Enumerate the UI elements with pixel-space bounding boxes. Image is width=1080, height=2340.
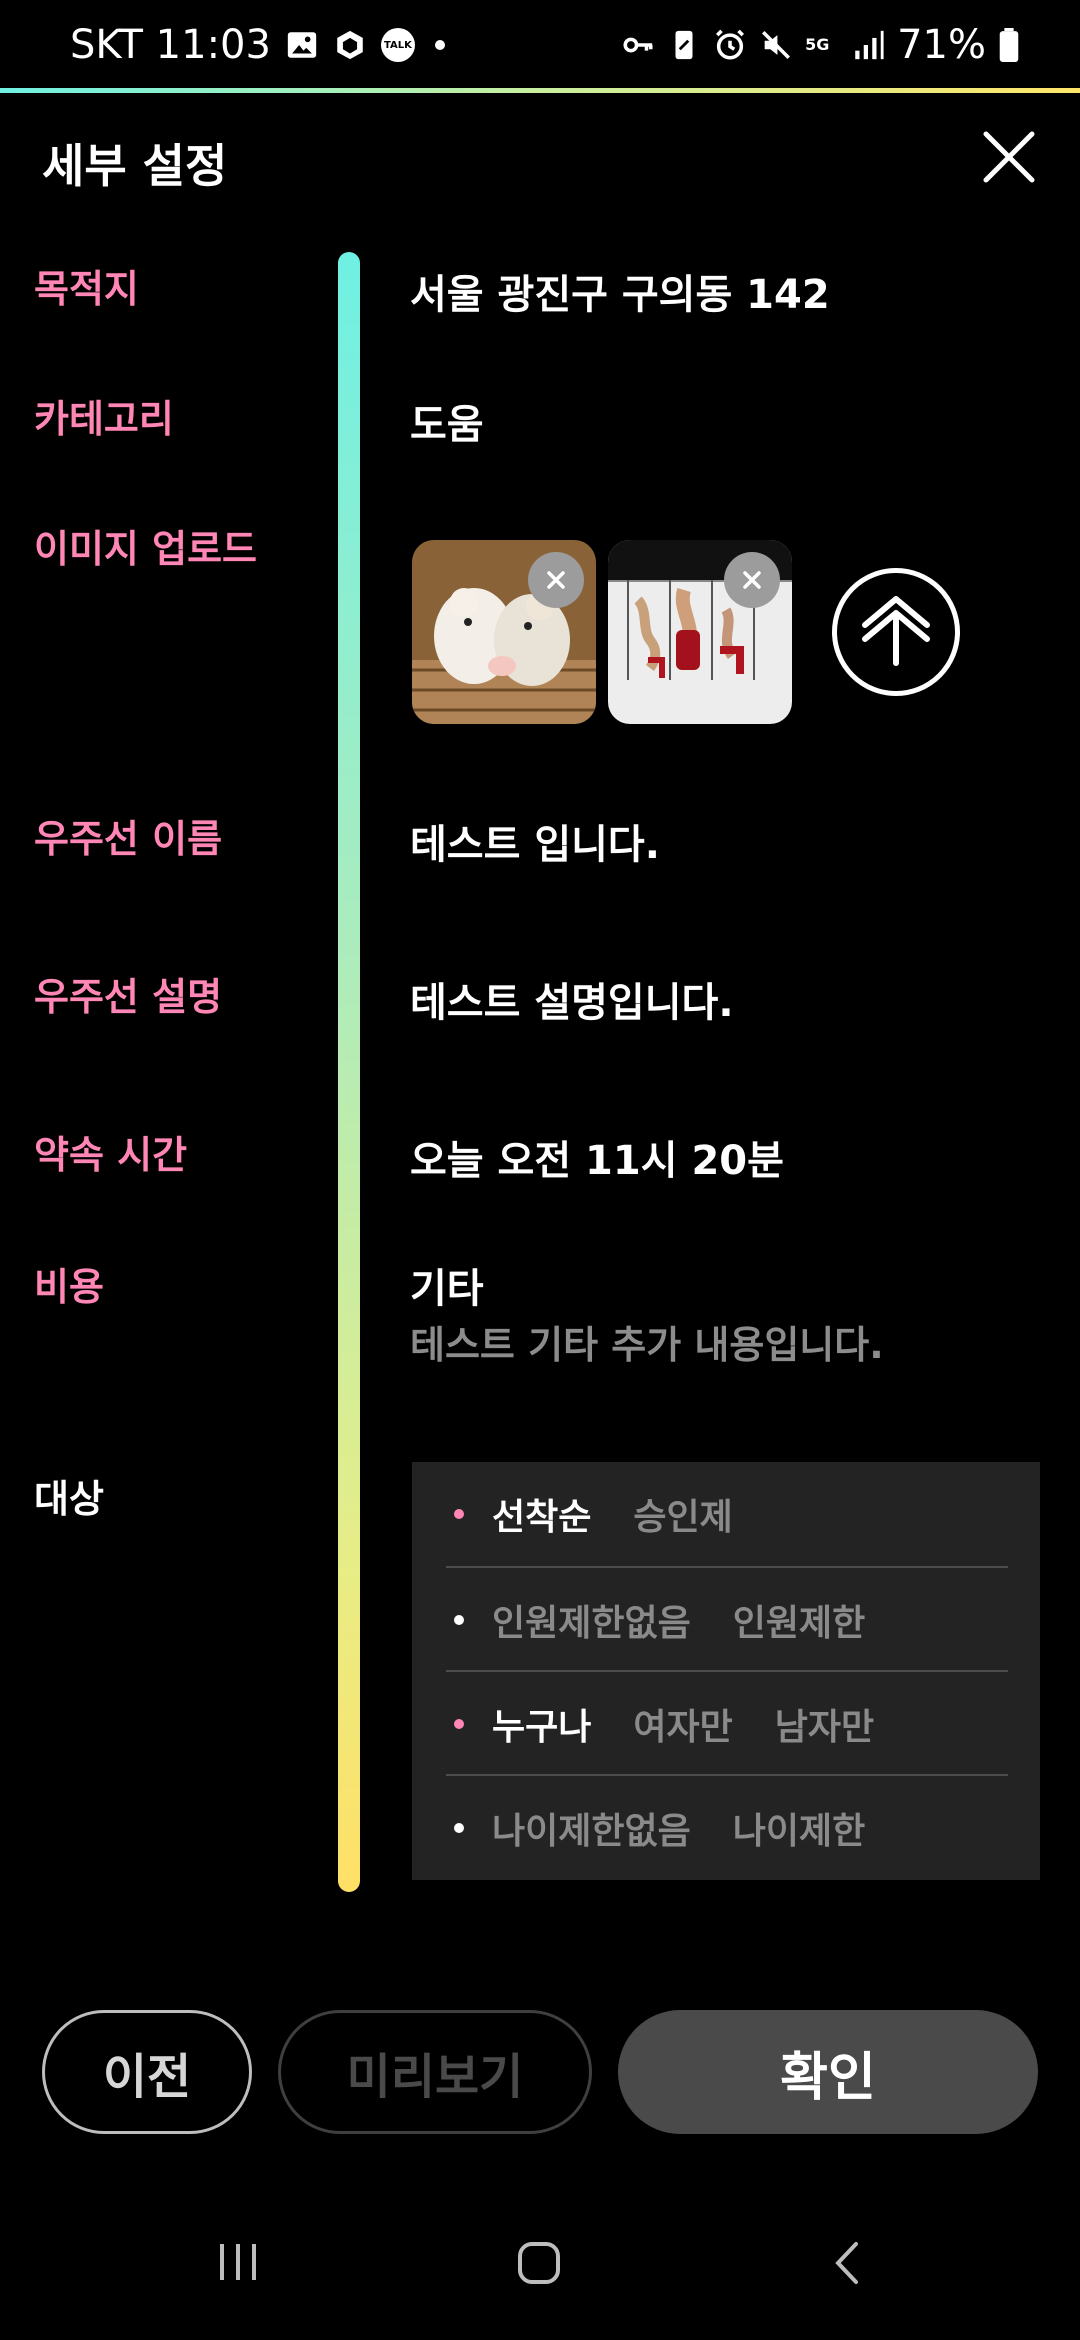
- option-approval[interactable]: 승인제: [633, 1488, 732, 1540]
- status-left: SKT 11:03 TALK: [70, 22, 445, 68]
- home-button[interactable]: [516, 2240, 562, 2290]
- preview-button[interactable]: 미리보기: [278, 2010, 592, 2134]
- page-title: 세부 설정: [42, 139, 228, 193]
- status-right: 5G 71%: [621, 22, 1020, 68]
- recent-apps-button[interactable]: [216, 2240, 260, 2288]
- option-age-limit[interactable]: 나이제한: [733, 1802, 865, 1854]
- bullet-icon: [454, 1719, 464, 1729]
- category-value[interactable]: 도움: [410, 392, 484, 450]
- cost-label: 비용: [34, 1265, 104, 1309]
- bullet-icon: [454, 1509, 464, 1519]
- appointment-label: 약속 시간: [34, 1133, 188, 1177]
- back-icon: [835, 2242, 858, 2284]
- dot-icon: [434, 40, 445, 50]
- double-arrow-up-icon: [862, 596, 930, 666]
- battery-percent: 71%: [897, 22, 986, 68]
- target-label: 대상: [34, 1477, 104, 1521]
- close-icon: [547, 571, 565, 589]
- status-divider: [0, 88, 1080, 93]
- remove-image-button[interactable]: [724, 552, 780, 608]
- nfc-icon: [675, 30, 693, 60]
- destination-value[interactable]: 서울 광진구 구의동 142: [410, 262, 830, 320]
- alarm-icon: [716, 29, 745, 60]
- bullet-icon: [454, 1823, 464, 1833]
- gallery-icon: [287, 32, 317, 58]
- appointment-value[interactable]: 오늘 오전 11시 20분: [410, 1128, 784, 1186]
- progress-line: [338, 252, 360, 1892]
- close-icon: [983, 131, 1035, 183]
- cost-detail: 테스트 기타 추가 내용입니다.: [410, 1323, 884, 1367]
- carrier-time: SKT 11:03: [70, 22, 271, 68]
- close-icon: [743, 571, 761, 589]
- destination-label: 목적지: [34, 267, 139, 311]
- 5g-icon: 5G: [805, 35, 830, 54]
- category-label: 카테고리: [34, 397, 174, 441]
- status-bar: SKT 11:03 TALK 5G 71%: [0, 0, 1080, 90]
- ship-name-value[interactable]: 테스트 입니다.: [410, 812, 660, 870]
- home-icon: [518, 2242, 560, 2284]
- mute-icon: [762, 30, 791, 60]
- image-upload-label: 이미지 업로드: [34, 527, 257, 571]
- option-anyone[interactable]: 누구나: [492, 1698, 591, 1750]
- option-women-only[interactable]: 여자만: [633, 1698, 732, 1750]
- close-button[interactable]: [980, 128, 1038, 186]
- remove-image-button[interactable]: [528, 552, 584, 608]
- option-row-age: 나이제한없음 나이제한: [412, 1776, 1040, 1880]
- kakaotalk-icon: TALK: [380, 28, 415, 62]
- option-headcount-limit[interactable]: 인원제한: [733, 1594, 865, 1646]
- confirm-button[interactable]: 확인: [618, 2010, 1038, 2134]
- option-no-headcount-limit[interactable]: 인원제한없음: [492, 1594, 691, 1646]
- upload-image-button[interactable]: [832, 568, 960, 696]
- box-icon: [337, 30, 363, 60]
- target-options-panel: 선착순 승인제 인원제한없음 인원제한 누구나 여자만 남자만 나이제한없음 나…: [412, 1462, 1040, 1880]
- recent-apps-icon: [220, 2244, 256, 2280]
- option-men-only[interactable]: 남자만: [775, 1698, 874, 1750]
- bullet-icon: [454, 1615, 464, 1625]
- ship-desc-value[interactable]: 테스트 설명입니다.: [410, 970, 734, 1028]
- back-button[interactable]: [826, 2240, 870, 2290]
- prev-button[interactable]: 이전: [42, 2010, 252, 2134]
- signal-icon: [855, 30, 884, 60]
- option-no-age-limit[interactable]: 나이제한없음: [492, 1802, 691, 1854]
- option-first-come[interactable]: 선착순: [492, 1488, 591, 1540]
- ship-desc-label: 우주선 설명: [34, 975, 223, 1019]
- option-row-gender: 누구나 여자만 남자만: [412, 1672, 1040, 1776]
- option-row-order: 선착순 승인제: [412, 1462, 1040, 1566]
- cost-value[interactable]: 기타: [410, 1256, 484, 1314]
- battery-icon: [999, 28, 1019, 62]
- key-icon: [623, 37, 653, 53]
- ship-name-label: 우주선 이름: [34, 817, 223, 861]
- option-row-headcount: 인원제한없음 인원제한: [412, 1568, 1040, 1672]
